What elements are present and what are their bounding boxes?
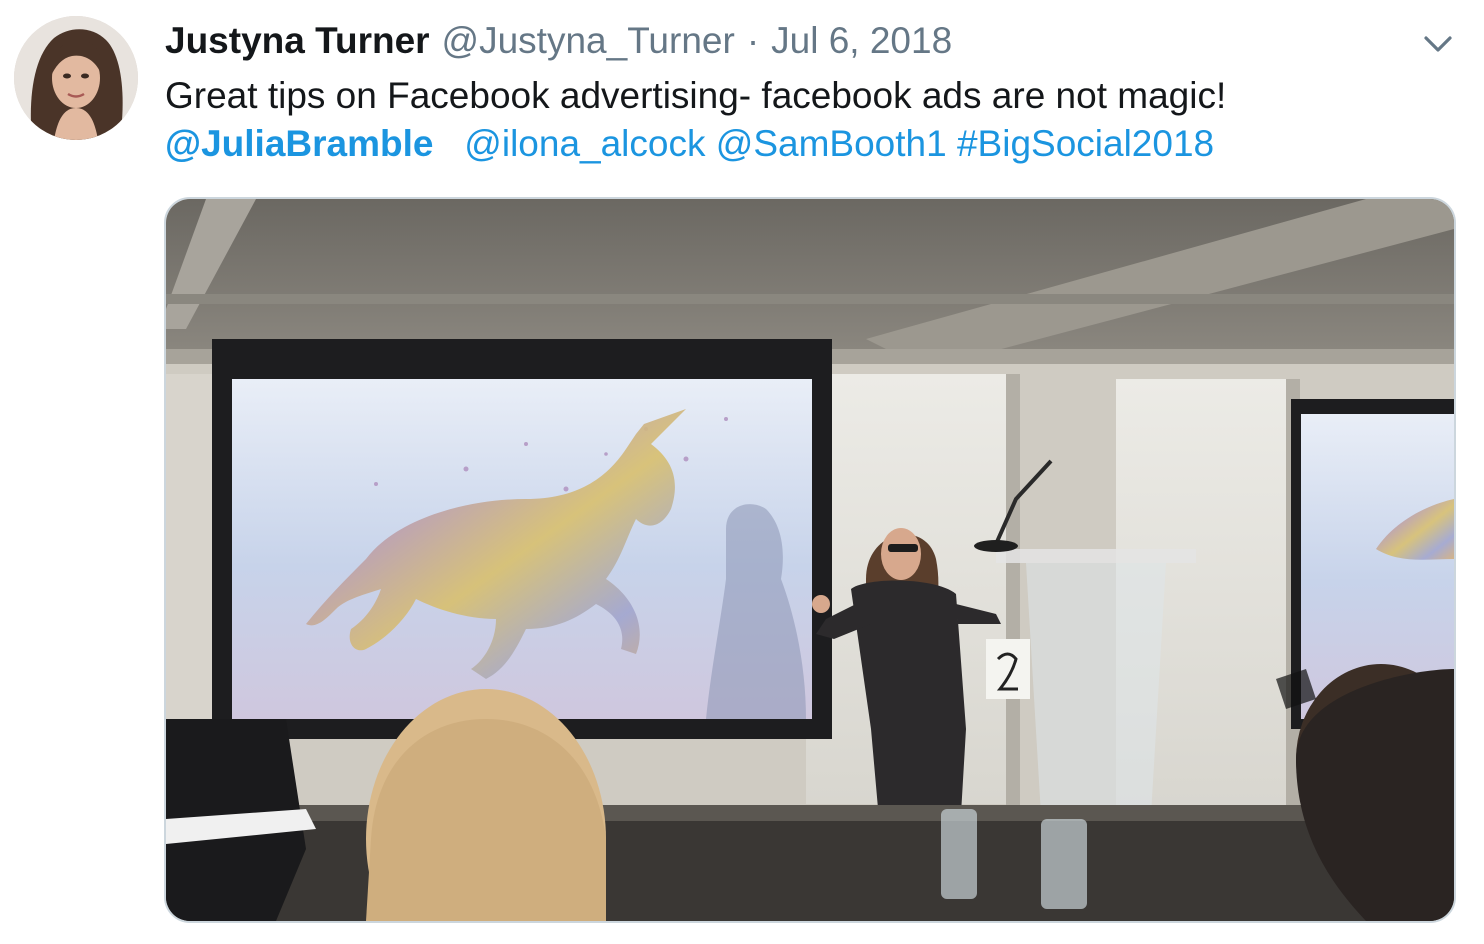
tweet-text: Great tips on Facebook advertising- face… — [165, 72, 1465, 168]
tweet-menu-button[interactable] — [1418, 26, 1458, 62]
hashtag-link[interactable]: #BigSocial2018 — [957, 123, 1214, 164]
avatar[interactable] — [14, 16, 138, 140]
tweet[interactable]: Justyna Turner @Justyna_Turner · Jul 6, … — [0, 0, 1484, 944]
mention-link[interactable]: @SamBooth1 — [716, 123, 947, 164]
avatar-image — [14, 16, 138, 140]
conference-photo — [166, 199, 1454, 921]
mention-link[interactable]: @JuliaBramble — [165, 123, 433, 164]
tweet-mentions-line: @JuliaBramble @ilona_alcock @SamBooth1 #… — [165, 120, 1465, 168]
mention-link[interactable]: @ilona_alcock — [464, 123, 705, 164]
tweet-text-line: Great tips on Facebook advertising- face… — [165, 75, 1227, 116]
tweet-header: Justyna Turner @Justyna_Turner · Jul 6, … — [165, 18, 952, 64]
tweet-date[interactable]: Jul 6, 2018 — [771, 18, 952, 64]
author-display-name[interactable]: Justyna Turner — [165, 18, 430, 64]
chevron-down-icon — [1424, 36, 1452, 52]
author-handle[interactable]: @Justyna_Turner — [442, 18, 735, 64]
tweet-media-photo[interactable] — [164, 197, 1456, 923]
header-separator: · — [746, 20, 760, 61]
